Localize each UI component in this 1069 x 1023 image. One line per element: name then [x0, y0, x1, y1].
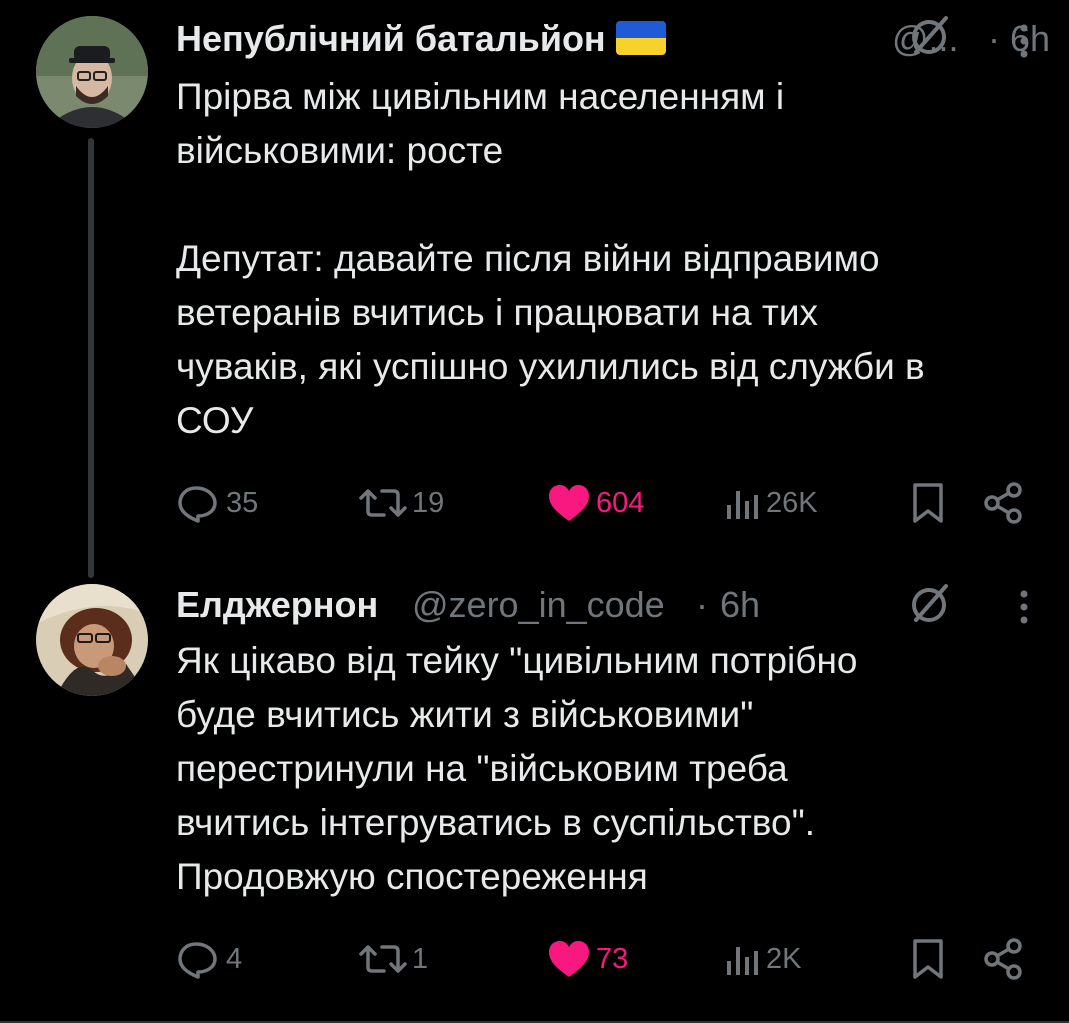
reply-count: 4	[226, 942, 243, 975]
heart-icon	[549, 485, 589, 521]
views-count: 26K	[766, 486, 818, 519]
grok-icon[interactable]	[904, 578, 954, 628]
tweet-actions: 35 19 604 26K	[170, 478, 1069, 528]
like-count: 73	[596, 942, 629, 975]
grok-icon[interactable]	[904, 10, 954, 60]
reply-button[interactable]: 35	[176, 478, 258, 528]
repost-button[interactable]: 19	[358, 478, 444, 528]
bookmark-icon	[913, 939, 943, 979]
like-button[interactable]: 604	[546, 478, 644, 528]
more-options-icon[interactable]	[1004, 582, 1044, 632]
tweet-actions: 4 1 73 2K	[170, 934, 1069, 984]
author-handle[interactable]: @zero_in_code	[412, 584, 665, 626]
repost-icon	[359, 945, 407, 973]
views-button[interactable]: 26K	[722, 478, 818, 528]
tweet-text: Прірва між цивільним населенням і військ…	[176, 76, 925, 441]
tweet-time[interactable]: 6h	[720, 584, 760, 626]
author-name-text: Непублічний батальйон	[176, 18, 606, 59]
like-button[interactable]: 73	[546, 934, 628, 984]
repost-icon	[359, 489, 407, 517]
reply-icon	[178, 942, 217, 979]
share-icon	[984, 482, 1022, 524]
bookmark-icon	[913, 483, 943, 523]
more-options-icon[interactable]	[1004, 16, 1044, 66]
author-name[interactable]: Елджернон	[176, 584, 378, 626]
share-button[interactable]	[982, 478, 1026, 528]
views-button[interactable]: 2K	[722, 934, 801, 984]
like-count: 604	[596, 486, 645, 519]
thread-connector-line	[88, 138, 94, 578]
tweet-text: Як цікаво від тейку "цивільним потрібно …	[176, 640, 858, 897]
ukraine-flag-icon	[615, 21, 666, 55]
avatar-image	[36, 16, 148, 128]
bookmark-button[interactable]	[908, 934, 948, 984]
analytics-icon	[727, 491, 758, 519]
analytics-icon	[727, 947, 758, 975]
time-separator: ·	[988, 18, 1000, 59]
reply-count: 35	[226, 486, 259, 519]
views-count: 2K	[766, 942, 802, 975]
avatar[interactable]	[36, 16, 148, 128]
share-icon	[984, 938, 1022, 980]
repost-count: 1	[412, 942, 429, 975]
avatar[interactable]	[36, 584, 148, 696]
time-separator: ·	[696, 584, 708, 625]
reply-icon	[178, 486, 217, 523]
avatar-image	[36, 584, 148, 696]
repost-button[interactable]: 1	[358, 934, 428, 984]
author-name[interactable]: Непублічний батальйон	[176, 18, 666, 60]
reply-button[interactable]: 4	[176, 934, 242, 984]
repost-count: 19	[412, 486, 445, 519]
bookmark-button[interactable]	[908, 478, 948, 528]
share-button[interactable]	[982, 934, 1026, 984]
heart-icon	[549, 941, 589, 977]
